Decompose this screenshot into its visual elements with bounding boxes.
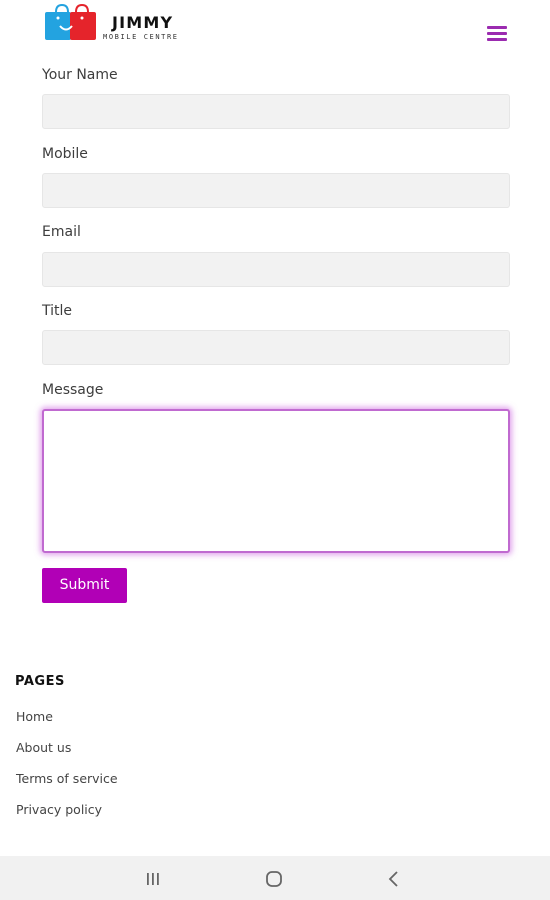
footer-link-privacy-policy[interactable]: Privacy policy xyxy=(16,802,102,817)
message-textarea[interactable] xyxy=(42,409,510,553)
mobile-input[interactable] xyxy=(42,173,510,208)
name-input[interactable] xyxy=(42,94,510,129)
system-navigation-bar xyxy=(0,856,550,900)
footer-link-about-us[interactable]: About us xyxy=(16,740,71,755)
brand-logo[interactable]: JIMMY MOBILE CENTRE xyxy=(44,4,194,44)
recent-apps-icon[interactable] xyxy=(140,866,166,892)
footer-link-terms-of-service[interactable]: Terms of service xyxy=(16,771,118,786)
name-label: Your Name xyxy=(42,67,118,83)
mobile-label: Mobile xyxy=(42,146,88,162)
email-label: Email xyxy=(42,224,81,240)
shopping-bags-icon xyxy=(45,4,96,40)
message-label: Message xyxy=(42,382,104,398)
home-icon[interactable] xyxy=(261,866,287,892)
brand-name: JIMMY xyxy=(112,13,174,32)
submit-button[interactable]: Submit xyxy=(42,568,127,603)
title-label: Title xyxy=(42,303,73,319)
app-header: JIMMY MOBILE CENTRE xyxy=(0,0,550,60)
footer-link-home[interactable]: Home xyxy=(16,709,53,724)
email-input[interactable] xyxy=(42,252,510,287)
hamburger-menu-icon[interactable] xyxy=(485,24,509,42)
pages-heading: PAGES xyxy=(15,674,65,689)
brand-subtitle: MOBILE CENTRE xyxy=(103,33,179,41)
back-icon[interactable] xyxy=(381,866,407,892)
title-input[interactable] xyxy=(42,330,510,365)
